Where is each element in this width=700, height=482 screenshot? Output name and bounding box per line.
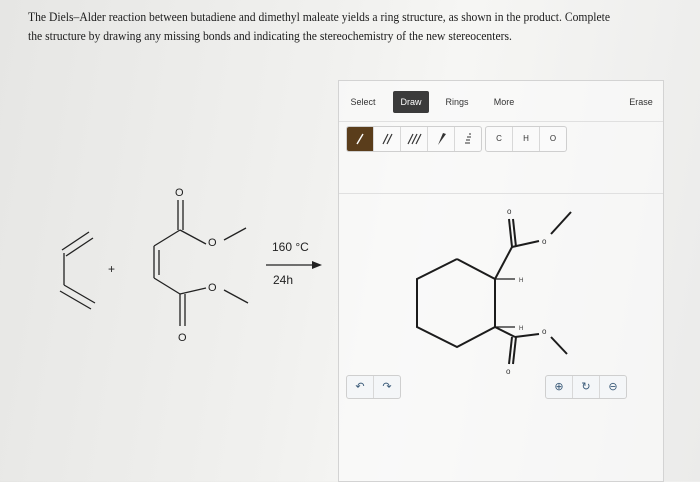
zoom-in-icon[interactable]: ⊕	[546, 376, 573, 398]
product-label-h-2: H	[519, 326, 523, 332]
ester-oxygen-top: O	[208, 237, 217, 249]
wedge-bond-tool[interactable]	[428, 127, 455, 151]
zoom-controls: ⊕ ↻ ⊖	[545, 375, 627, 399]
triple-bond-icon	[407, 133, 422, 145]
editor-tab-bar: Select Draw Rings More Erase	[339, 81, 663, 122]
wedge-bond-icon	[438, 133, 446, 145]
tool-row: C H O	[339, 121, 663, 194]
tab-draw[interactable]: Draw	[393, 91, 429, 113]
undo-icon[interactable]: ↶	[347, 376, 374, 398]
double-bond-icon	[382, 133, 393, 145]
product-label-o-1: o	[507, 207, 512, 216]
hydrogen-atom-tool[interactable]: H	[513, 127, 540, 151]
reaction-temperature: 160 °C	[272, 240, 309, 254]
bond-tool-group	[346, 126, 482, 152]
product-label-o-4: o	[506, 367, 511, 374]
butadiene-structure	[59, 231, 96, 310]
product-label-o-2: o	[542, 237, 547, 246]
atom-tool-group: C H O	[485, 126, 567, 152]
zoom-out-icon[interactable]: ⊖	[600, 376, 626, 398]
single-bond-tool[interactable]	[347, 127, 374, 151]
hash-bond-icon	[465, 133, 471, 144]
dimethyl-maleate-structure	[153, 200, 249, 326]
product-label-o-3: o	[542, 327, 547, 336]
oxygen-atom-tool[interactable]: O	[540, 127, 566, 151]
plus-sign: +	[108, 262, 115, 276]
tab-select[interactable]: Select	[343, 91, 383, 113]
ester-oxygen-bottom: O	[208, 282, 217, 294]
carbon-atom-tool[interactable]: C	[486, 127, 513, 151]
tab-more[interactable]: More	[486, 91, 522, 113]
tab-rings[interactable]: Rings	[439, 91, 475, 113]
single-bond-icon	[356, 133, 364, 145]
product-label-h-1: H	[519, 278, 523, 284]
redo-icon[interactable]: ↷	[374, 376, 400, 398]
double-bond-tool[interactable]	[374, 127, 401, 151]
triple-bond-tool[interactable]	[401, 127, 428, 151]
product-structure	[416, 211, 572, 365]
zoom-reset-icon[interactable]: ↻	[573, 376, 600, 398]
tab-erase[interactable]: Erase	[623, 91, 659, 113]
history-controls: ↶ ↷	[346, 375, 401, 399]
drawing-editor: Select Draw Rings More Erase C H O o o H…	[338, 80, 664, 482]
carbonyl-oxygen-top: O	[175, 187, 184, 199]
carbonyl-oxygen-bottom: O	[178, 332, 187, 344]
reaction-time: 24h	[273, 273, 293, 287]
hash-bond-tool[interactable]	[455, 127, 481, 151]
arrow-head	[312, 261, 322, 269]
drawing-canvas[interactable]: o o H H o o	[339, 194, 663, 374]
